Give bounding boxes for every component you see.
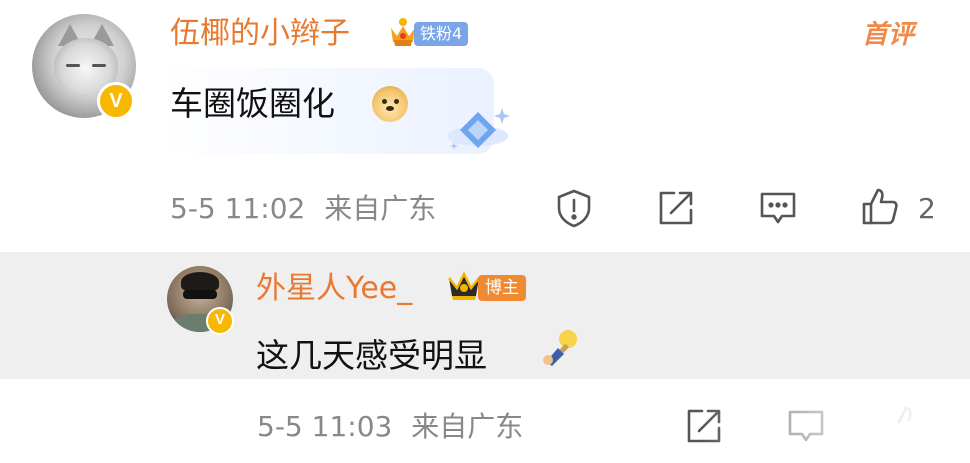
crown-icon: [448, 271, 480, 300]
report-icon[interactable]: [554, 188, 594, 228]
blogger-badge: 博主: [478, 275, 526, 301]
share-icon[interactable]: [684, 406, 724, 446]
share-icon[interactable]: [656, 188, 696, 228]
cat-eye: [66, 64, 80, 67]
like-icon[interactable]: [888, 404, 928, 444]
doge-emoji-icon: [372, 86, 408, 122]
reply-timestamp: 5-5 11:03: [257, 410, 393, 443]
avatar-sunglasses: [183, 290, 217, 299]
first-comment-badge: 首评: [862, 20, 915, 50]
bottom-fade: [700, 392, 970, 463]
comment-timestamp: 5-5 11:02: [170, 192, 306, 225]
like-icon[interactable]: [860, 186, 900, 226]
comment-meta: 5-5 11:02 来自广东: [170, 192, 436, 226]
comment-icon[interactable]: [758, 188, 798, 228]
doge-nose: [386, 106, 394, 111]
reply-text: 这几天感受明显: [256, 336, 487, 375]
fan-badge[interactable]: 铁粉4: [414, 22, 469, 46]
comment-username[interactable]: 伍椰的小辫子: [170, 16, 350, 52]
diamond-decoration-icon: [448, 108, 510, 150]
reply-meta: 5-5 11:03 来自广东: [257, 410, 523, 444]
lightbulb-emoji-icon: [543, 330, 577, 366]
doge-eye: [394, 99, 399, 104]
verified-icon: V: [97, 82, 135, 120]
cat-eye: [92, 64, 106, 67]
reply-username[interactable]: 外星人Yee_: [256, 271, 412, 307]
verified-icon: V: [206, 307, 234, 335]
reply-location: 来自广东: [411, 410, 524, 443]
comment-text: 车圈饭圈化: [170, 84, 335, 123]
comment-icon[interactable]: [786, 406, 826, 446]
comment-location: 来自广东: [324, 192, 437, 225]
like-count: 2: [918, 192, 936, 225]
avatar-hair: [181, 272, 219, 292]
doge-eye: [382, 99, 387, 104]
